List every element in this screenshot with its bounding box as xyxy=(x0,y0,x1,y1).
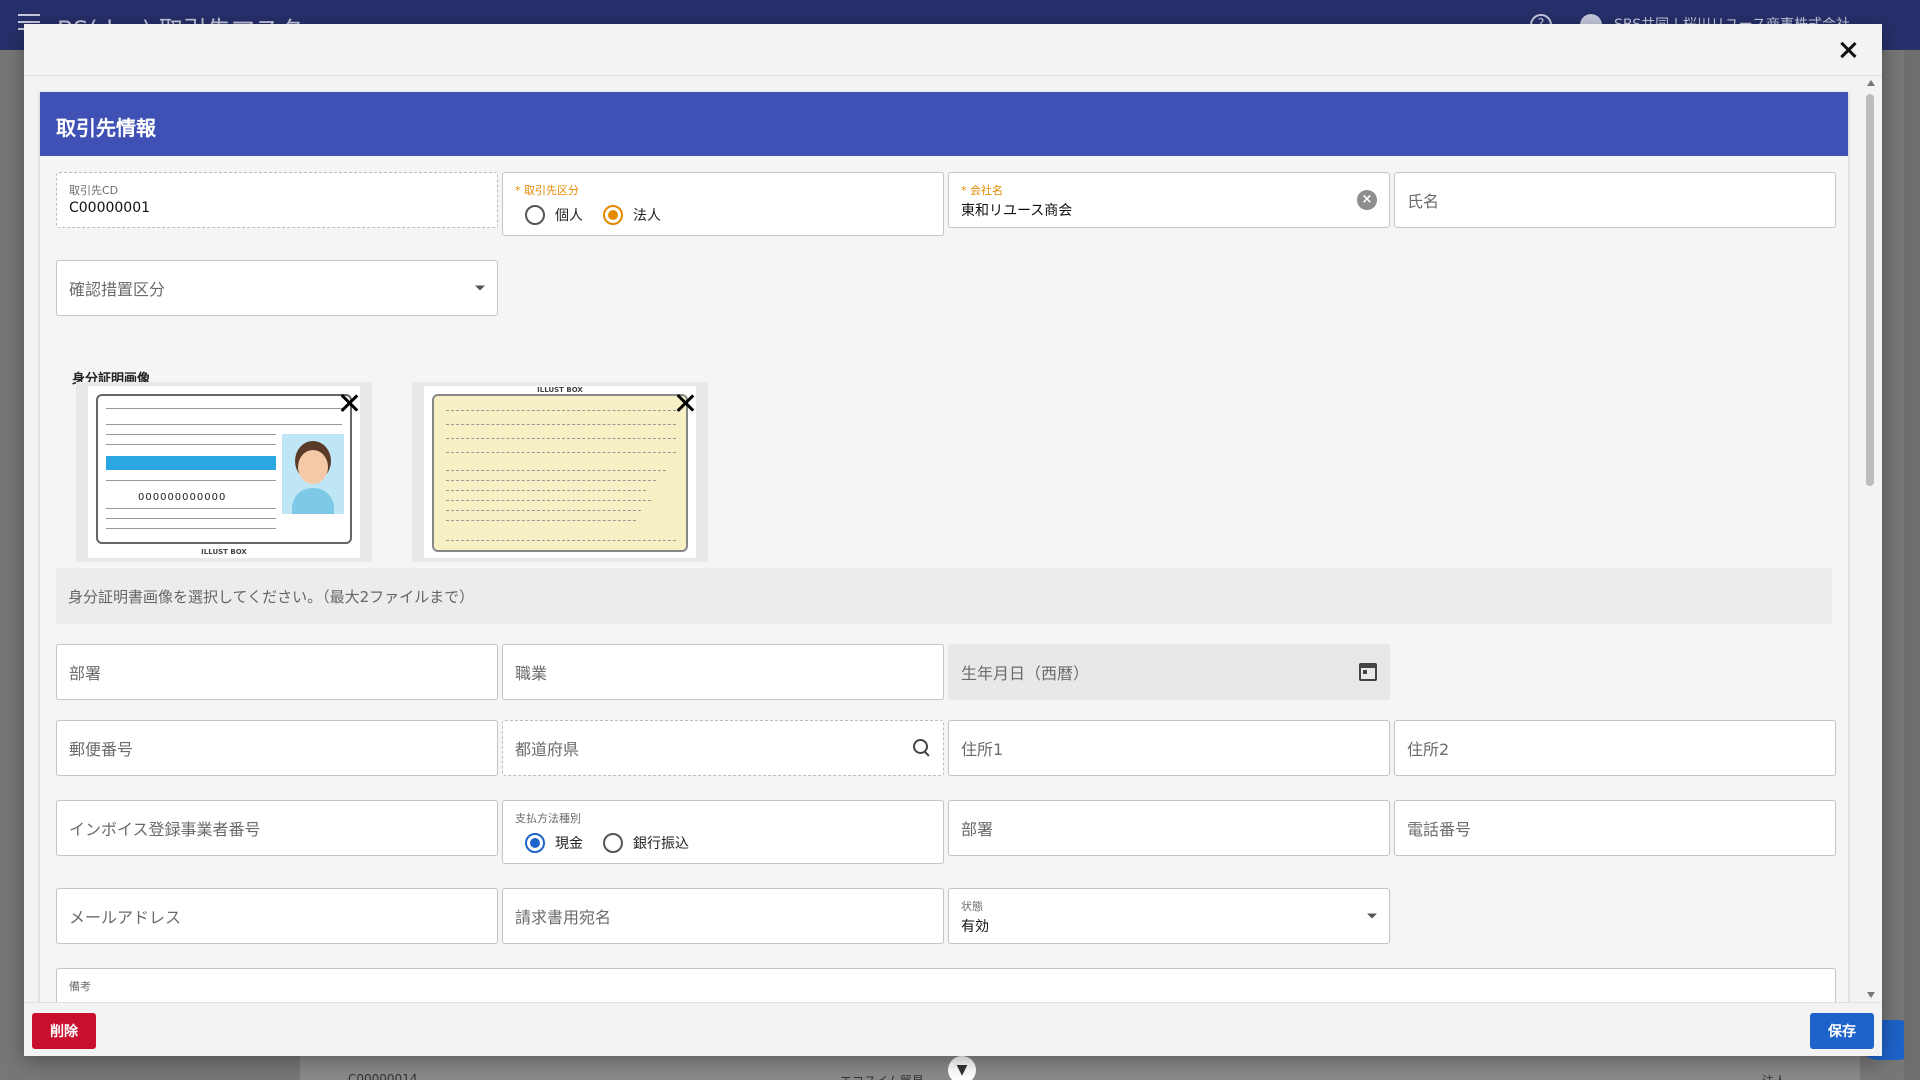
radio-cash[interactable] xyxy=(525,833,545,853)
postal-code-placeholder: 郵便番号 xyxy=(69,740,134,759)
department-placeholder: 部署 xyxy=(69,664,102,683)
dropdown-caret-icon[interactable] xyxy=(475,285,485,291)
address2-placeholder: 住所2 xyxy=(1407,740,1450,759)
birthdate-placeholder: 生年月日（西暦） xyxy=(961,664,1090,683)
calendar-icon[interactable] xyxy=(1359,663,1377,681)
list-row-kind: 法人 xyxy=(1762,1072,1786,1080)
remove-back-image-icon[interactable] xyxy=(674,392,696,414)
company-name-input[interactable]: 会社名 東和リユース商会 × xyxy=(948,172,1390,228)
invoice-number-placeholder: インボイス登録事業者番号 xyxy=(69,820,261,839)
id-image-front[interactable]: 000000000000 ILLUST BOX xyxy=(76,382,372,562)
dialog-body: 取引先情報 取引先CD C00000001 取引先区分 個人 法人 会社名 東和… xyxy=(24,76,1882,1002)
birthdate-input[interactable]: 生年月日（西暦） xyxy=(948,644,1390,700)
dialog-footer: 削除 保存 xyxy=(24,1002,1882,1056)
dropzone-text: 身分証明書画像を選択してください。（最大2ファイルまで） xyxy=(68,588,475,606)
prefecture-placeholder: 都道府県 xyxy=(515,740,580,759)
payment-method-field: 支払方法種別 現金 銀行振込 xyxy=(502,800,944,864)
verification-type-select[interactable]: 確認措置区分 xyxy=(56,260,498,316)
status-dropdown-caret-icon[interactable] xyxy=(1367,913,1377,919)
list-row-cd: C00000014 xyxy=(348,1072,418,1080)
department-input[interactable]: 部署 xyxy=(56,644,498,700)
phone-placeholder: 電話番号 xyxy=(1407,820,1472,839)
postal-code-input[interactable]: 郵便番号 xyxy=(56,720,498,776)
card-title: 取引先情報 xyxy=(40,92,1848,156)
remarks-textarea[interactable]: 備考 xyxy=(56,968,1836,1002)
driver-license-back-image xyxy=(432,394,688,552)
scroll-down-arrow-icon[interactable] xyxy=(1867,992,1875,998)
person-name-placeholder: 氏名 xyxy=(1407,192,1440,211)
dialog-top-bar xyxy=(24,24,1882,76)
radio-individual-label[interactable]: 個人 xyxy=(555,205,583,225)
remove-front-image-icon[interactable] xyxy=(338,392,360,414)
page-scrollbar[interactable] xyxy=(1904,50,1920,1080)
partner-info-card: 取引先情報 取引先CD C00000001 取引先区分 個人 法人 会社名 東和… xyxy=(40,92,1848,1002)
partner-cd-field: 取引先CD C00000001 xyxy=(56,172,498,228)
billing-department-placeholder: 部署 xyxy=(961,820,994,839)
billing-department-input[interactable]: 部署 xyxy=(948,800,1390,856)
status-select[interactable]: 状態 有効 xyxy=(948,888,1390,944)
invoice-addressee-placeholder: 請求書用宛名 xyxy=(515,908,612,927)
radio-bank-transfer[interactable] xyxy=(603,833,623,853)
partner-type-label: 取引先区分 xyxy=(515,182,579,198)
phone-input[interactable]: 電話番号 xyxy=(1394,800,1836,856)
address1-placeholder: 住所1 xyxy=(961,740,1004,759)
occupation-placeholder: 職業 xyxy=(515,664,548,683)
address2-input[interactable]: 住所2 xyxy=(1394,720,1836,776)
delete-button[interactable]: 削除 xyxy=(32,1013,96,1049)
save-button[interactable]: 保存 xyxy=(1810,1013,1874,1049)
status-value[interactable]: 有効 xyxy=(961,916,989,936)
status-label: 状態 xyxy=(961,900,983,913)
remarks-label: 備考 xyxy=(69,980,91,993)
back-image-caption: ILLUST BOX xyxy=(537,386,583,394)
id-front-number: 000000000000 xyxy=(138,492,227,503)
company-name-value[interactable]: 東和リユース商会 xyxy=(961,200,1072,220)
partner-cd-value: C00000001 xyxy=(69,200,151,216)
id-image-dropzone[interactable]: 身分証明書画像を選択してください。（最大2ファイルまで） xyxy=(56,568,1832,624)
search-icon[interactable] xyxy=(913,739,931,757)
partner-dialog: 取引先情報 取引先CD C00000001 取引先区分 個人 法人 会社名 東和… xyxy=(24,24,1882,1056)
radio-corporation-label[interactable]: 法人 xyxy=(633,205,661,225)
partner-type-field: 取引先区分 個人 法人 xyxy=(502,172,944,236)
scroll-down-icon[interactable]: ▼ xyxy=(948,1056,976,1080)
email-input[interactable]: メールアドレス xyxy=(56,888,498,944)
close-icon[interactable] xyxy=(1836,38,1860,62)
verification-type-placeholder: 確認措置区分 xyxy=(69,280,166,299)
address1-input[interactable]: 住所1 xyxy=(948,720,1390,776)
dialog-scrollbar[interactable] xyxy=(1862,76,1880,1002)
driver-license-front-image: 000000000000 xyxy=(96,394,352,544)
invoice-number-input[interactable]: インボイス登録事業者番号 xyxy=(56,800,498,856)
prefecture-input[interactable]: 都道府県 xyxy=(502,720,944,776)
occupation-input[interactable]: 職業 xyxy=(502,644,944,700)
scroll-up-arrow-icon[interactable] xyxy=(1867,80,1875,86)
scrollbar-thumb[interactable] xyxy=(1866,94,1874,486)
id-image-back[interactable]: ILLUST BOX xyxy=(412,382,708,562)
clear-icon[interactable]: × xyxy=(1357,190,1377,210)
partner-cd-label: 取引先CD xyxy=(69,184,119,197)
radio-individual[interactable] xyxy=(525,205,545,225)
company-name-label: 会社名 xyxy=(961,182,1003,198)
radio-bank-transfer-label[interactable]: 銀行振込 xyxy=(633,833,689,853)
list-row-name: エコスイム貿易 xyxy=(840,1072,924,1080)
invoice-addressee-input[interactable]: 請求書用宛名 xyxy=(502,888,944,944)
radio-corporation[interactable] xyxy=(603,205,623,225)
email-placeholder: メールアドレス xyxy=(69,908,182,927)
radio-cash-label[interactable]: 現金 xyxy=(555,833,583,853)
front-image-caption: ILLUST BOX xyxy=(201,548,247,556)
person-name-input[interactable]: 氏名 xyxy=(1394,172,1836,228)
payment-method-label: 支払方法種別 xyxy=(515,812,581,825)
